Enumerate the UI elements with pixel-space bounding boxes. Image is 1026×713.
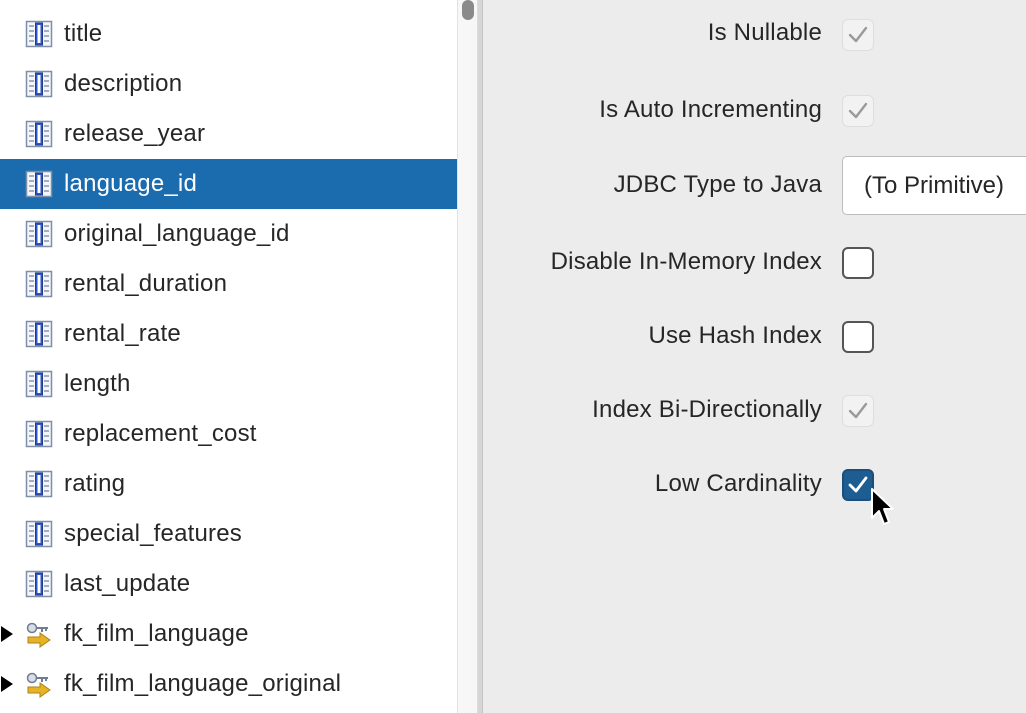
foreign-key-icon — [25, 670, 53, 698]
column-icon — [25, 70, 53, 98]
disable-in-memory-index-checkbox[interactable] — [842, 247, 874, 279]
column-icon — [25, 520, 53, 548]
column-icon — [25, 20, 53, 48]
tree-item-description[interactable]: description — [0, 59, 457, 109]
mouse-pointer-icon — [871, 488, 894, 525]
tree-item-label: replacement_cost — [64, 420, 257, 447]
use-hash-index-checkbox[interactable] — [842, 321, 874, 353]
column-icon — [25, 120, 53, 148]
tree-item-label: fk_film_language_original — [64, 670, 342, 697]
tree-item-label: rental_duration — [64, 270, 228, 297]
column-icon — [25, 170, 53, 198]
disable-in-memory-index-label: Disable In-Memory Index — [550, 248, 822, 275]
tree-item-label: language_id — [64, 170, 197, 197]
tree-item-label: rating — [64, 470, 126, 497]
tree-item-length[interactable]: length — [0, 359, 457, 409]
expand-arrow-icon[interactable] — [0, 609, 14, 659]
tree-item-label: description — [64, 70, 183, 97]
index-bi-directionally-label: Index Bi-Directionally — [592, 396, 822, 423]
tree-scrollbar[interactable] — [457, 0, 478, 713]
use-hash-index-label: Use Hash Index — [648, 322, 822, 349]
tree-item-original-language-id[interactable]: original_language_id — [0, 209, 457, 259]
tree-item-title[interactable]: title — [0, 9, 457, 59]
tree-item-label: last_update — [64, 570, 191, 597]
tree-item-language-id[interactable]: language_id — [0, 159, 457, 209]
tree-item-label: release_year — [64, 120, 206, 147]
column-icon — [25, 570, 53, 598]
column-icon — [25, 370, 53, 398]
index-bi-directionally-checkbox[interactable] — [842, 395, 874, 427]
column-icon — [25, 320, 53, 348]
foreign-key-icon — [25, 620, 53, 648]
tree-item-replacement-cost[interactable]: replacement_cost — [0, 409, 457, 459]
tree-item-label: rental_rate — [64, 320, 181, 347]
column-icon — [25, 470, 53, 498]
is-auto-incrementing-label: Is Auto Incrementing — [599, 96, 822, 123]
jdbc-type-to-java-label: JDBC Type to Java — [613, 171, 822, 198]
tree-item-label: special_features — [64, 520, 242, 547]
jdbc-type-to-java-select[interactable]: (To Primitive) — [842, 156, 1026, 215]
tree-item-label: title — [64, 20, 103, 47]
tree-item-fk-film-language-original[interactable]: fk_film_language_original — [0, 659, 457, 709]
is-nullable-checkbox[interactable] — [842, 19, 874, 51]
tree-item-release-year[interactable]: release_year — [0, 109, 457, 159]
tree-item-label: original_language_id — [64, 220, 290, 247]
tree-item-rental-rate[interactable]: rental_rate — [0, 309, 457, 359]
is-auto-incrementing-checkbox[interactable] — [842, 95, 874, 127]
column-icon — [25, 220, 53, 248]
column-tree[interactable]: title description release_year language_… — [0, 0, 457, 713]
column-icon — [25, 270, 53, 298]
tree-item-special-features[interactable]: special_features — [0, 509, 457, 559]
tree-item-fk-film-language[interactable]: fk_film_language — [0, 609, 457, 659]
tree-item-last-update[interactable]: last_update — [0, 559, 457, 609]
expand-arrow-icon[interactable] — [0, 659, 14, 709]
tree-item-label: fk_film_language — [64, 620, 249, 647]
column-icon — [25, 420, 53, 448]
properties-panel: Is Nullable Is Auto Incrementing JDBC Ty… — [484, 0, 1026, 713]
is-nullable-label: Is Nullable — [707, 19, 822, 46]
tree-item-rating[interactable]: rating — [0, 459, 457, 509]
scrollbar-thumb[interactable] — [462, 0, 474, 20]
low-cardinality-label: Low Cardinality — [654, 470, 822, 497]
tree-item-rental-duration[interactable]: rental_duration — [0, 259, 457, 309]
pane-splitter[interactable] — [478, 0, 483, 713]
tree-item-label: length — [64, 370, 131, 397]
